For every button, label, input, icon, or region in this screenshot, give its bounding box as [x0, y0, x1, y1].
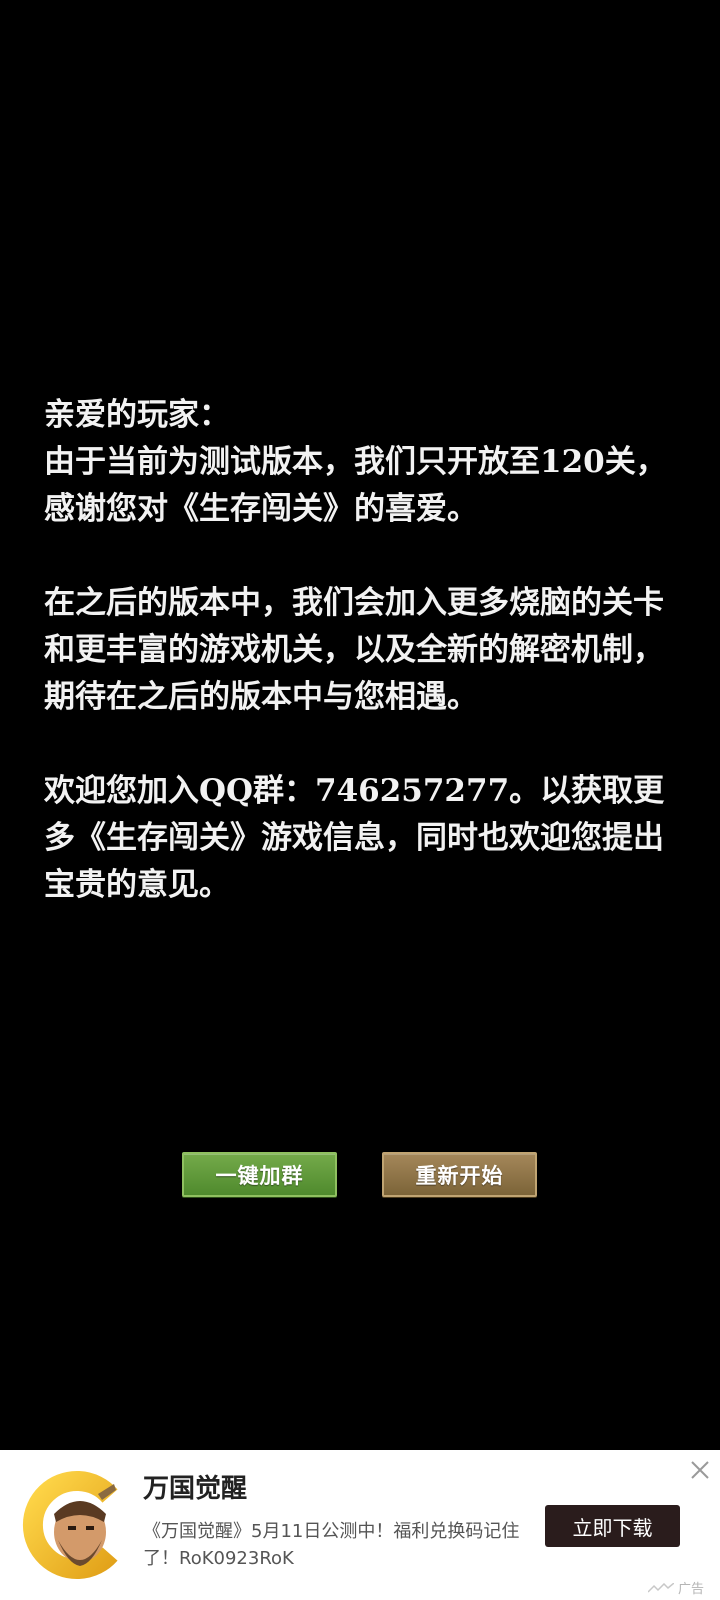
notice-paragraph-1: 由于当前为测试版本，我们只开放至120关，感谢您对《生存闯关》的喜爱。	[44, 444, 667, 527]
notice-paragraph-3: 欢迎您加入QQ群：746257277。以获取更多《生存闯关》游戏信息，同时也欢迎…	[44, 773, 665, 903]
notice-paragraph-2: 在之后的版本中，我们会加入更多烧脑的关卡和更丰富的游戏机关，以及全新的解密机制，…	[44, 585, 664, 715]
ad-tag-text: 广告	[678, 1582, 705, 1597]
notice-text: 亲爱的玩家： 由于当前为测试版本，我们只开放至120关，感谢您对《生存闯关》的喜…	[44, 392, 684, 909]
download-button[interactable]: 立即下载	[545, 1505, 680, 1547]
notice-greeting: 亲爱的玩家：	[44, 397, 230, 433]
restart-button[interactable]: 重新开始	[382, 1152, 537, 1197]
ad-label: 广告	[648, 1578, 704, 1597]
ad-title[interactable]: 万国觉醒	[143, 1468, 247, 1505]
ad-network-icon	[648, 1582, 674, 1593]
join-group-button[interactable]: 一键加群	[182, 1152, 337, 1197]
game-app-icon[interactable]	[18, 1468, 130, 1580]
close-icon[interactable]	[688, 1458, 712, 1482]
ad-description[interactable]: 《万国觉醒》5月11日公测中！福利兑换码记住了！RoK0923RoK	[143, 1518, 523, 1572]
ad-banner[interactable]: 万国觉醒 《万国觉醒》5月11日公测中！福利兑换码记住了！RoK0923RoK …	[0, 1450, 720, 1600]
